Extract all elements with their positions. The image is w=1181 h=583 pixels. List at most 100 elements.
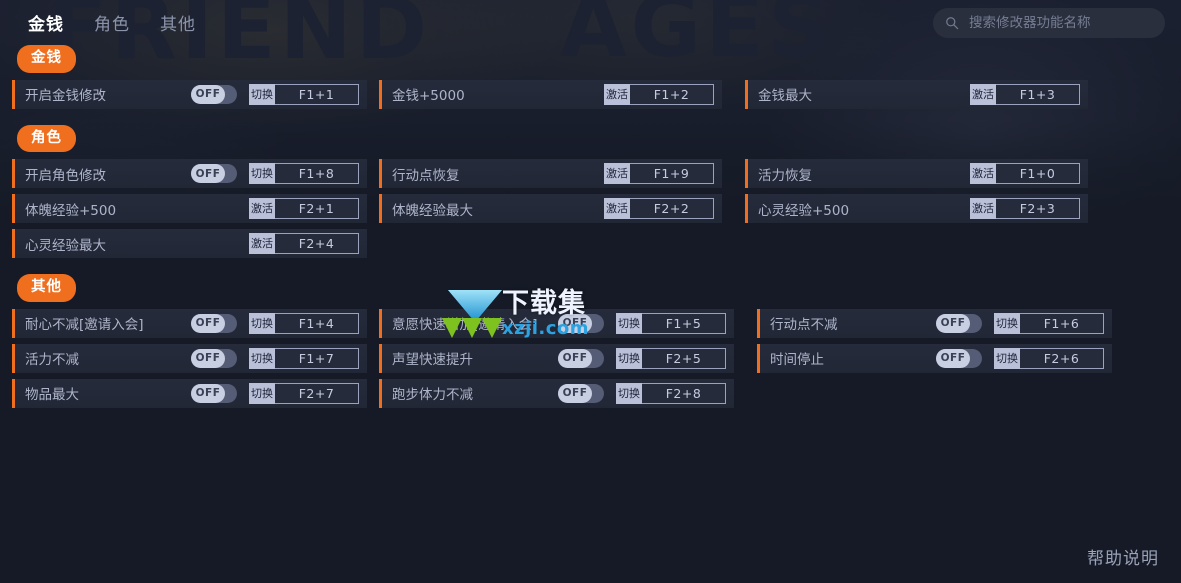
top-bar: 金钱 角色 其他 xyxy=(0,0,1181,45)
cheat-item[interactable]: 时间停止 OFF 切换 F2+6 xyxy=(757,343,1112,373)
cheat-name: 金钱+5000 xyxy=(392,88,465,104)
cheat-hotkey-value[interactable]: F1+6 xyxy=(1020,312,1104,334)
cheat-hotkey-group[interactable]: 激活 F2+4 xyxy=(249,233,359,254)
cheat-hotkey-group[interactable]: 激活 F2+3 xyxy=(970,198,1080,219)
cheat-toggle-state: OFF xyxy=(936,348,970,368)
cheat-item[interactable]: 耐心不减[邀请入会] OFF 切换 F1+4 xyxy=(12,308,367,338)
cheat-hotkey-value[interactable]: F2+2 xyxy=(630,198,714,219)
cheat-hotkey-value[interactable]: F2+1 xyxy=(275,198,359,219)
cheat-hotkey-group[interactable]: 激活 F2+2 xyxy=(604,198,714,219)
cheat-action-label: 激活 xyxy=(604,83,630,105)
cheat-toggle[interactable]: OFF xyxy=(191,84,237,104)
cheat-toggle[interactable]: OFF xyxy=(936,348,982,368)
cheat-name: 物品最大 xyxy=(25,387,79,403)
cheat-hotkey-group[interactable]: 激活 F1+2 xyxy=(604,83,714,105)
cheat-name: 活力不减 xyxy=(25,352,79,368)
cheat-item[interactable]: 心灵经验最大 激活 F2+4 xyxy=(12,229,367,258)
section-rows-character: 开启角色修改 OFF 切换 F1+8 行动点恢复 激活 F1+9 活力恢复 激活 F1+0 体魄经验… xyxy=(0,159,1181,264)
section-header-money: 金钱 xyxy=(17,45,76,73)
cheat-hotkey-value[interactable]: F1+8 xyxy=(275,163,359,184)
cheat-toggle-state: OFF xyxy=(191,84,225,104)
cheat-item[interactable]: 活力恢复 激活 F1+0 xyxy=(745,159,1088,188)
cheat-toggle-state: OFF xyxy=(191,313,225,333)
cheat-hotkey-group[interactable]: 切换 F2+7 xyxy=(249,382,359,404)
cheat-hotkey-value[interactable]: F1+3 xyxy=(996,83,1080,105)
cheat-item[interactable]: 活力不减 OFF 切换 F1+7 xyxy=(12,343,367,373)
cheat-hotkey-value[interactable]: F1+1 xyxy=(275,83,359,105)
cheat-toggle-state: OFF xyxy=(191,348,225,368)
cheat-hotkey-value[interactable]: F1+0 xyxy=(996,163,1080,184)
cheat-toggle[interactable]: OFF xyxy=(191,383,237,403)
cheat-name: 心灵经验+500 xyxy=(758,202,850,219)
cheat-item[interactable]: 体魄经验最大 激活 F2+2 xyxy=(379,194,722,223)
cheat-hotkey-value[interactable]: F2+8 xyxy=(642,382,726,404)
cheat-hotkey-value[interactable]: F2+5 xyxy=(642,347,726,369)
tab-character[interactable]: 角色 xyxy=(92,8,132,37)
cheat-hotkey-value[interactable]: F2+4 xyxy=(275,233,359,254)
search-input[interactable] xyxy=(967,13,1153,32)
cheat-action-label: 切换 xyxy=(249,312,275,334)
cheat-hotkey-group[interactable]: 切换 F1+5 xyxy=(616,312,726,334)
cheat-toggle-state: OFF xyxy=(558,313,592,333)
section-rows-other: 耐心不减[邀请入会] OFF 切换 F1+4 意愿快速增加[邀请入会] OFF 切换 F1+5… xyxy=(0,308,1181,414)
search-box[interactable] xyxy=(933,7,1165,38)
cheat-hotkey-value[interactable]: F1+2 xyxy=(630,83,714,105)
cheat-hotkey-group[interactable]: 激活 F1+0 xyxy=(970,163,1080,184)
cheat-action-label: 激活 xyxy=(604,198,630,219)
section-header-character: 角色 xyxy=(17,124,76,152)
cheat-action-label: 激活 xyxy=(604,163,630,184)
cheat-hotkey-group[interactable]: 切换 F2+6 xyxy=(994,347,1104,369)
cheat-toggle[interactable]: OFF xyxy=(558,313,604,333)
cheat-item[interactable]: 开启角色修改 OFF 切换 F1+8 xyxy=(12,159,367,188)
cheat-item[interactable]: 开启金钱修改 OFF 切换 F1+1 xyxy=(12,79,367,109)
section-rows-money: 开启金钱修改 OFF 切换 F1+1 金钱+5000 激活 F1+2 金钱最大 激活 F1+3 xyxy=(0,79,1181,115)
cheat-row: 耐心不减[邀请入会] OFF 切换 F1+4 意愿快速增加[邀请入会] OFF 切换 F1+5… xyxy=(0,308,1181,344)
cheat-action-label: 激活 xyxy=(249,233,275,254)
tab-other[interactable]: 其他 xyxy=(158,8,198,37)
cheat-name: 声望快速提升 xyxy=(392,352,473,368)
cheat-hotkey-value[interactable]: F2+6 xyxy=(1020,347,1104,369)
cheat-hotkey-group[interactable]: 激活 F1+3 xyxy=(970,83,1080,105)
cheat-hotkey-value[interactable]: F1+9 xyxy=(630,163,714,184)
cheat-toggle[interactable]: OFF xyxy=(191,348,237,368)
cheat-toggle-state: OFF xyxy=(936,313,970,333)
cheat-item[interactable]: 行动点恢复 激活 F1+9 xyxy=(379,159,722,188)
cheat-hotkey-group[interactable]: 切换 F2+5 xyxy=(616,347,726,369)
cheat-toggle[interactable]: OFF xyxy=(191,164,237,183)
cheat-item[interactable]: 声望快速提升 OFF 切换 F2+5 xyxy=(379,343,734,373)
cheat-toggle[interactable]: OFF xyxy=(936,313,982,333)
cheat-item[interactable]: 行动点不减 OFF 切换 F1+6 xyxy=(757,308,1112,338)
cheat-action-label: 切换 xyxy=(249,347,275,369)
help-label[interactable]: 帮助说明 xyxy=(1087,544,1159,569)
cheat-action-label: 激活 xyxy=(970,163,996,184)
cheat-hotkey-value[interactable]: F1+5 xyxy=(642,312,726,334)
tab-money[interactable]: 金钱 xyxy=(26,8,66,37)
cheat-hotkey-group[interactable]: 切换 F1+6 xyxy=(994,312,1104,334)
cheat-item[interactable]: 金钱最大 激活 F1+3 xyxy=(745,79,1088,109)
cheat-item[interactable]: 物品最大 OFF 切换 F2+7 xyxy=(12,378,367,408)
cheat-hotkey-group[interactable]: 切换 F1+1 xyxy=(249,83,359,105)
cheat-name: 体魄经验最大 xyxy=(392,202,473,219)
cheat-item[interactable]: 心灵经验+500 激活 F2+3 xyxy=(745,194,1088,223)
cheat-toggle[interactable]: OFF xyxy=(558,383,604,403)
cheat-hotkey-value[interactable]: F1+7 xyxy=(275,347,359,369)
cheat-item[interactable]: 金钱+5000 激活 F1+2 xyxy=(379,79,722,109)
cheat-hotkey-value[interactable]: F1+4 xyxy=(275,312,359,334)
cheat-hotkey-group[interactable]: 切换 F2+8 xyxy=(616,382,726,404)
cheat-item[interactable]: 跑步体力不减 OFF 切换 F2+8 xyxy=(379,378,734,408)
cheat-hotkey-value[interactable]: F2+3 xyxy=(996,198,1080,219)
cheat-hotkey-group[interactable]: 激活 F1+9 xyxy=(604,163,714,184)
cheat-name: 金钱最大 xyxy=(758,88,812,104)
cheat-item[interactable]: 体魄经验+500 激活 F2+1 xyxy=(12,194,367,223)
cheat-hotkey-group[interactable]: 切换 F1+4 xyxy=(249,312,359,334)
cheat-hotkey-value[interactable]: F2+7 xyxy=(275,382,359,404)
cheat-hotkey-group[interactable]: 激活 F2+1 xyxy=(249,198,359,219)
cheat-row: 开启金钱修改 OFF 切换 F1+1 金钱+5000 激活 F1+2 金钱最大 激活 F1+3 xyxy=(0,79,1181,115)
cheat-hotkey-group[interactable]: 切换 F1+7 xyxy=(249,347,359,369)
cheat-hotkey-group[interactable]: 切换 F1+8 xyxy=(249,163,359,184)
cheat-row: 物品最大 OFF 切换 F2+7 跑步体力不减 OFF 切换 F2+8 xyxy=(0,378,1181,414)
cheat-toggle[interactable]: OFF xyxy=(191,313,237,333)
cheat-item[interactable]: 意愿快速增加[邀请入会] OFF 切换 F1+5 xyxy=(379,308,734,338)
cheat-toggle[interactable]: OFF xyxy=(558,348,604,368)
cheat-row: 开启角色修改 OFF 切换 F1+8 行动点恢复 激活 F1+9 活力恢复 激活 F1+0 xyxy=(0,159,1181,194)
